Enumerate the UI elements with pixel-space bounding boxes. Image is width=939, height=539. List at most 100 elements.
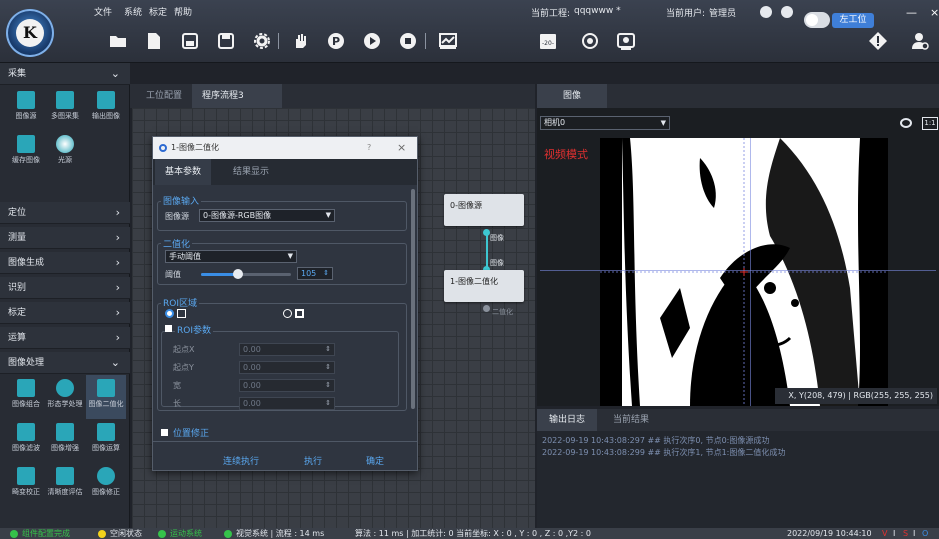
camera-icon[interactable] (614, 29, 638, 53)
settings-icon[interactable] (250, 29, 274, 53)
node-image-source[interactable]: 0-图像源 (444, 194, 524, 226)
tab-station-config[interactable]: 工位配置 (136, 84, 192, 108)
open-folder-icon[interactable] (106, 29, 130, 53)
roi-full-radio[interactable] (165, 309, 174, 318)
group-title: ROI参数 (175, 323, 213, 336)
tool-binarize[interactable]: 图像二值化 (86, 375, 126, 419)
flag-o: O (922, 529, 929, 538)
tool-morphology[interactable]: 形态学处理 (45, 375, 85, 419)
source-label: 图像源 (165, 212, 189, 221)
target-icon[interactable] (578, 29, 602, 53)
spin-icon: ⇕ (325, 399, 331, 407)
image-source-select[interactable]: 0-图像源-RGB图像 ▼ (199, 209, 335, 222)
output-image-icon (97, 91, 115, 109)
sharpness-icon (56, 467, 74, 485)
tool-image-enhance[interactable]: 图像增强 (45, 419, 85, 463)
section-acquire[interactable]: 采集 ⌄ (0, 63, 130, 85)
tool-cache-image[interactable]: 缓存图像 (6, 131, 46, 175)
tool-image-filter[interactable]: 图像滤波 (6, 419, 46, 463)
save-as-icon[interactable] (214, 29, 238, 53)
chevron-right-icon: › (115, 206, 120, 219)
threshold-slider-handle[interactable] (233, 269, 244, 279)
hand-icon[interactable] (288, 29, 312, 53)
user-settings-icon[interactable] (908, 29, 932, 53)
save-icon[interactable] (178, 29, 202, 53)
counter-icon[interactable]: -20- (536, 29, 560, 53)
tab-current-result[interactable]: 当前结果 (603, 409, 659, 431)
section-measure[interactable]: 测量 › (0, 227, 130, 249)
width-input[interactable]: 0.00 ⇕ (239, 379, 335, 392)
field-label: 起点Y (173, 363, 194, 372)
start-y-input[interactable]: 0.00 ⇕ (239, 361, 335, 374)
warning-icon[interactable] (866, 29, 890, 53)
play-icon[interactable] (360, 29, 384, 53)
binarized-image[interactable] (600, 138, 888, 406)
tab-output-log[interactable]: 输出日志 (537, 409, 597, 431)
tab-program-flow[interactable]: 程序流程3 (192, 84, 282, 108)
station-button[interactable]: 左工位 (832, 13, 874, 28)
start-x-input[interactable]: 0.00 ⇕ (239, 343, 335, 356)
select-value: 0-图像源-RGB图像 (203, 211, 272, 220)
node-binarize[interactable]: 1-图像二值化 (444, 270, 524, 302)
tab-image[interactable]: 图像 (537, 84, 607, 108)
tab-basic-params[interactable]: 基本参数 (155, 159, 212, 185)
node-output-port[interactable] (483, 305, 490, 312)
section-image-gen[interactable]: 图像生成 › (0, 252, 130, 274)
user-icon[interactable] (760, 6, 772, 18)
tool-image-combine[interactable]: 图像组合 (6, 375, 46, 419)
section-image-process[interactable]: 图像处理 ⌄ (0, 352, 130, 374)
output-log: 2022-09-19 10:43:08:297 ## 执行次序0, 节点0:图像… (537, 431, 939, 528)
tool-image-compute[interactable]: 图像运算 (86, 419, 126, 463)
section-label: 定位 (8, 208, 27, 218)
dialog-tabs: 基本参数 结果显示 (153, 159, 417, 185)
section-compute[interactable]: 运算 › (0, 327, 130, 349)
section-recognize[interactable]: 识别 › (0, 277, 130, 299)
minimize-button[interactable]: — (906, 6, 917, 19)
stop-icon[interactable] (396, 29, 420, 53)
lock-icon[interactable] (781, 6, 793, 18)
tool-sharpness[interactable]: 清晰度评估 (45, 463, 85, 507)
eye-icon[interactable] (900, 118, 912, 128)
menu-help[interactable]: 帮助 (174, 6, 192, 20)
field-value: 0.00 (243, 399, 261, 408)
tool-image-source[interactable]: 图像源 (6, 87, 46, 131)
roi-params-checkbox[interactable] (165, 325, 172, 332)
dialog-scrollbar[interactable] (411, 189, 415, 409)
tool-distortion[interactable]: 畸变校正 (6, 463, 46, 507)
dialog-close-button[interactable]: × (397, 137, 406, 159)
execute-button[interactable]: 执行 (287, 452, 339, 472)
chart-icon[interactable] (436, 29, 460, 53)
camera-select[interactable]: 相机0 ▼ (540, 116, 670, 130)
help-button[interactable]: ? (367, 137, 371, 159)
close-button[interactable]: × (930, 6, 939, 19)
threshold-input[interactable]: 105 ⇕ (297, 267, 333, 280)
section-locate[interactable]: 定位 › (0, 202, 130, 224)
tool-light-source[interactable]: 光源 (45, 131, 85, 175)
tab-result-display[interactable]: 结果显示 (223, 159, 279, 185)
menu-calibrate[interactable]: 标定 (149, 6, 167, 20)
section-label: 识别 (8, 283, 27, 293)
compute-icon (97, 423, 115, 441)
length-input[interactable]: 0.00 ⇕ (239, 397, 335, 410)
roi-rect-radio[interactable] (283, 309, 292, 318)
threshold-mode-select[interactable]: 手动阈值 ▼ (165, 250, 297, 263)
menu-system[interactable]: 系统 (124, 6, 142, 20)
tool-output-image[interactable]: 输出图像 (86, 87, 126, 131)
chevron-down-icon: ⌄ (110, 356, 120, 369)
position-fix-checkbox[interactable] (161, 429, 168, 436)
dialog-titlebar[interactable]: 1-图像二值化 ? × (153, 137, 417, 159)
section-calibrate[interactable]: 标定 › (0, 302, 130, 324)
station-toggle[interactable] (804, 12, 830, 28)
zoom-1to1-button[interactable]: 1:1 (922, 117, 938, 130)
chevron-right-icon: › (115, 281, 120, 294)
tool-label: 清晰度评估 (47, 488, 83, 496)
node-title: 1-图像二值化 (450, 277, 498, 286)
continuous-run-button[interactable]: 连续执行 (205, 452, 277, 472)
confirm-button[interactable]: 确定 (349, 452, 401, 472)
new-file-icon[interactable] (142, 29, 166, 53)
tool-image-fix[interactable]: 图像修正 (86, 463, 126, 507)
tool-multi-capture[interactable]: 多图采集 (45, 87, 85, 131)
p-circle-icon[interactable]: P (324, 29, 348, 53)
menu-file[interactable]: 文件 (94, 6, 112, 20)
top-bar: K 文件 系统 标定 帮助 当前工程: qqqwww * 当前用户: 管理员 左… (0, 0, 939, 63)
